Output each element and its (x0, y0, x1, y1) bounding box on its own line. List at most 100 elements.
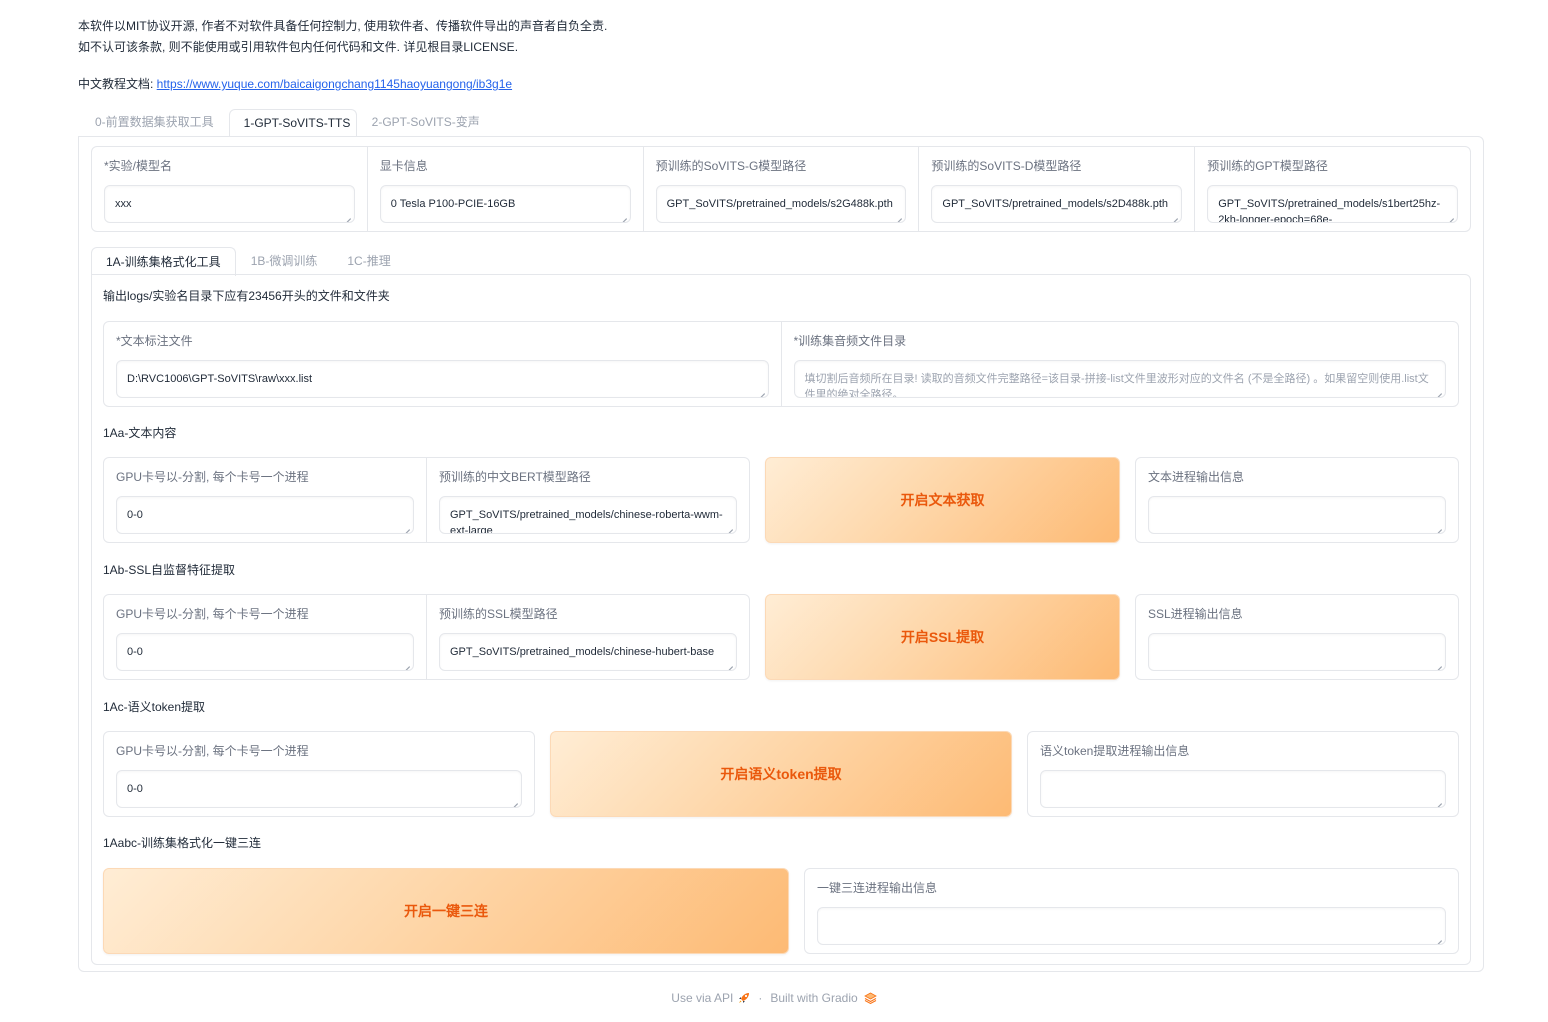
1ac-gpu-input[interactable]: 0-0 (116, 770, 522, 808)
ssl-process-output: SSL进程输出信息 (1135, 594, 1459, 680)
gpu-info-field: 显卡信息 0 Tesla P100-PCIE-16GB (368, 147, 644, 231)
1aa-gpu-label: GPU卡号以-分割, 每个卡号一个进程 (116, 470, 309, 484)
resize-handle-icon[interactable] (1435, 934, 1442, 941)
use-via-api-link[interactable]: Use via API (671, 991, 750, 1005)
sovits-g-path-input[interactable]: GPT_SoVITS/pretrained_models/s2G488k.pth (655, 185, 907, 223)
gpt-path-input[interactable]: GPT_SoVITS/pretrained_models/s1bert25hz-… (1207, 185, 1458, 223)
resize-handle-icon[interactable] (1435, 797, 1442, 804)
app-page: 本软件以MIT协议开源, 作者不对软件具备任何控制力, 使用软件者、传播软件导出… (0, 0, 1548, 1022)
one-click-output-field: 一键三连进程输出信息 (805, 869, 1458, 953)
resize-handle-icon[interactable] (895, 212, 902, 219)
resize-handle-icon[interactable] (403, 660, 410, 667)
tab-voice-conversion[interactable]: 2-GPT-SoVITS-变声 (357, 108, 495, 136)
experiment-name-input[interactable]: xxx (104, 185, 355, 223)
audio-dir-label: *训练集音频文件目录 (793, 334, 907, 348)
1ab-gpu-input[interactable]: 0-0 (116, 633, 414, 671)
start-token-extraction-button[interactable]: 开启语义token提取 (550, 731, 1012, 817)
section-1abc-title: 1Aabc-训练集格式化一键三连 (103, 836, 262, 850)
gpu-info-label: 显卡信息 (379, 159, 428, 173)
1aa-bert-input[interactable]: GPT_SoVITS/pretrained_models/chinese-rob… (439, 496, 737, 534)
resize-handle-icon[interactable] (403, 523, 410, 530)
resize-handle-icon[interactable] (511, 797, 518, 804)
sub-tabs: 1A-训练集格式化工具 1B-微调训练 1C-推理 (91, 246, 406, 276)
text-output-label: 文本进程输出信息 (1148, 470, 1245, 484)
license-notice: 本软件以MIT协议开源, 作者不对软件具备任何控制力, 使用软件者、传播软件导出… (78, 16, 607, 58)
sovits-g-path-field: 预训练的SoVITS-G模型路径 GPT_SoVITS/pretrained_m… (644, 147, 920, 231)
token-output-field: 语义token提取进程输出信息 (1028, 732, 1458, 816)
sovits-d-path-field: 预训练的SoVITS-D模型路径 GPT_SoVITS/pretrained_m… (919, 147, 1196, 231)
resize-handle-icon[interactable] (726, 523, 733, 530)
sovits-d-path-input[interactable]: GPT_SoVITS/pretrained_models/s2D488k.pth (931, 185, 1183, 223)
audio-dir-input[interactable]: 填切割后音频所在目录! 读取的音频文件完整路径=该目录-拼接-list文件里波形… (793, 360, 1446, 398)
token-output-label: 语义token提取进程输出信息 (1040, 744, 1190, 758)
1ac-gpu-field: GPU卡号以-分割, 每个卡号一个进程 0-0 (104, 732, 534, 816)
input-files-row: *文本标注文件 D:\RVC1006\GPT-SoVITS\raw\xxx.li… (103, 321, 1459, 407)
text-label-file-label: *文本标注文件 (116, 334, 193, 348)
1aa-gpu-input[interactable]: 0-0 (116, 496, 414, 534)
1ab-gpu-label: GPU卡号以-分割, 每个卡号一个进程 (116, 607, 309, 621)
section-1ac-inputs: GPU卡号以-分割, 每个卡号一个进程 0-0 (103, 731, 535, 817)
gradio-logo-icon (863, 992, 877, 1004)
gpu-info-input[interactable]: 0 Tesla P100-PCIE-16GB (379, 185, 631, 223)
tab-dataset-tools[interactable]: 0-前置数据集获取工具 (80, 108, 229, 136)
ssl-output-label: SSL进程输出信息 (1148, 607, 1243, 621)
1ac-gpu-label: GPU卡号以-分割, 每个卡号一个进程 (116, 744, 309, 758)
resize-handle-icon[interactable] (1435, 387, 1442, 394)
resize-handle-icon[interactable] (1435, 523, 1442, 530)
resize-handle-icon[interactable] (1171, 212, 1178, 219)
built-with-gradio-link[interactable]: Built with Gradio (770, 991, 877, 1005)
one-click-output-box[interactable] (817, 907, 1446, 945)
footer-separator: · (758, 991, 763, 1005)
tab-1b-finetune[interactable]: 1B-微调训练 (236, 246, 333, 275)
resize-handle-icon[interactable] (1447, 212, 1454, 219)
output-hint: 输出logs/实验名目录下应有23456开头的文件和文件夹 (103, 289, 390, 303)
section-1ac-title: 1Ac-语义token提取 (103, 700, 206, 714)
license-line-2: 如不认可该条款, 则不能使用或引用软件包内任何代码和文件. 详见根目录LICEN… (78, 40, 519, 54)
1aa-bert-label: 预训练的中文BERT模型路径 (439, 470, 591, 484)
one-click-output-label: 一键三连进程输出信息 (817, 881, 938, 895)
1aa-bert-field: 预训练的中文BERT模型路径 GPT_SoVITS/pretrained_mod… (427, 458, 749, 542)
experiment-name-field: *实验/模型名 xxx (92, 147, 368, 231)
tab-1c-inference[interactable]: 1C-推理 (332, 246, 405, 275)
1ab-ssl-label: 预训练的SSL模型路径 (439, 607, 558, 621)
gpt-path-field: 预训练的GPT模型路径 GPT_SoVITS/pretrained_models… (1195, 147, 1470, 231)
resize-handle-icon[interactable] (758, 387, 765, 394)
start-ssl-extraction-button[interactable]: 开启SSL提取 (765, 594, 1120, 680)
ssl-output-field: SSL进程输出信息 (1136, 595, 1458, 679)
ssl-output-box[interactable] (1148, 633, 1446, 671)
1ab-gpu-field: GPU卡号以-分割, 每个卡号一个进程 0-0 (104, 595, 427, 679)
section-1aa-title: 1Aa-文本内容 (103, 426, 177, 440)
start-text-extraction-button[interactable]: 开启文本获取 (765, 457, 1120, 543)
1ab-ssl-input[interactable]: GPT_SoVITS/pretrained_models/chinese-hub… (439, 633, 737, 671)
token-output-box[interactable] (1040, 770, 1446, 808)
top-tabs: 0-前置数据集获取工具 1-GPT-SoVITS-TTS 2-GPT-SoVIT… (80, 108, 495, 137)
token-process-output: 语义token提取进程输出信息 (1027, 731, 1459, 817)
resize-handle-icon[interactable] (726, 660, 733, 667)
tutorial-doc-label: 中文教程文档: (78, 77, 157, 91)
experiment-name-label: *实验/模型名 (104, 159, 173, 173)
tab-1a-format-tool[interactable]: 1A-训练集格式化工具 (91, 247, 236, 276)
audio-dir-field: *训练集音频文件目录 填切割后音频所在目录! 读取的音频文件完整路径=该目录-拼… (782, 322, 1459, 406)
section-1aa-inputs: GPU卡号以-分割, 每个卡号一个进程 0-0 预训练的中文BERT模型路径 G… (103, 457, 750, 543)
resize-handle-icon[interactable] (1435, 660, 1442, 667)
section-1ab-title: 1Ab-SSL自监督特征提取 (103, 563, 236, 577)
tutorial-doc: 中文教程文档: https://www.yuque.com/baicaigong… (78, 75, 512, 92)
license-line-1: 本软件以MIT协议开源, 作者不对软件具备任何控制力, 使用软件者、传播软件导出… (78, 19, 608, 33)
start-one-click-button[interactable]: 开启一键三连 (103, 868, 789, 954)
text-label-file-field: *文本标注文件 D:\RVC1006\GPT-SoVITS\raw\xxx.li… (104, 322, 782, 406)
text-label-file-input[interactable]: D:\RVC1006\GPT-SoVITS\raw\xxx.list (116, 360, 769, 398)
sovits-d-path-label: 预训练的SoVITS-D模型路径 (931, 159, 1082, 173)
resize-handle-icon[interactable] (344, 212, 351, 219)
1aa-gpu-field: GPU卡号以-分割, 每个卡号一个进程 0-0 (104, 458, 427, 542)
tutorial-doc-link[interactable]: https://www.yuque.com/baicaigongchang114… (157, 77, 512, 91)
one-click-process-output: 一键三连进程输出信息 (804, 868, 1459, 954)
tab-gpt-sovits-tts[interactable]: 1-GPT-SoVITS-TTS (228, 109, 357, 137)
resize-handle-icon[interactable] (620, 212, 627, 219)
rocket-icon (739, 993, 750, 1003)
sovits-g-path-label: 预训练的SoVITS-G模型路径 (655, 159, 807, 173)
text-process-output: 文本进程输出信息 (1135, 457, 1459, 543)
section-1ab-inputs: GPU卡号以-分割, 每个卡号一个进程 0-0 预训练的SSL模型路径 GPT_… (103, 594, 750, 680)
footer: Use via API · Built with Gradio (0, 991, 1548, 1005)
model-settings-row: *实验/模型名 xxx 显卡信息 0 Tesla P100-PCIE-16GB … (91, 146, 1471, 232)
text-output-box[interactable] (1148, 496, 1446, 534)
